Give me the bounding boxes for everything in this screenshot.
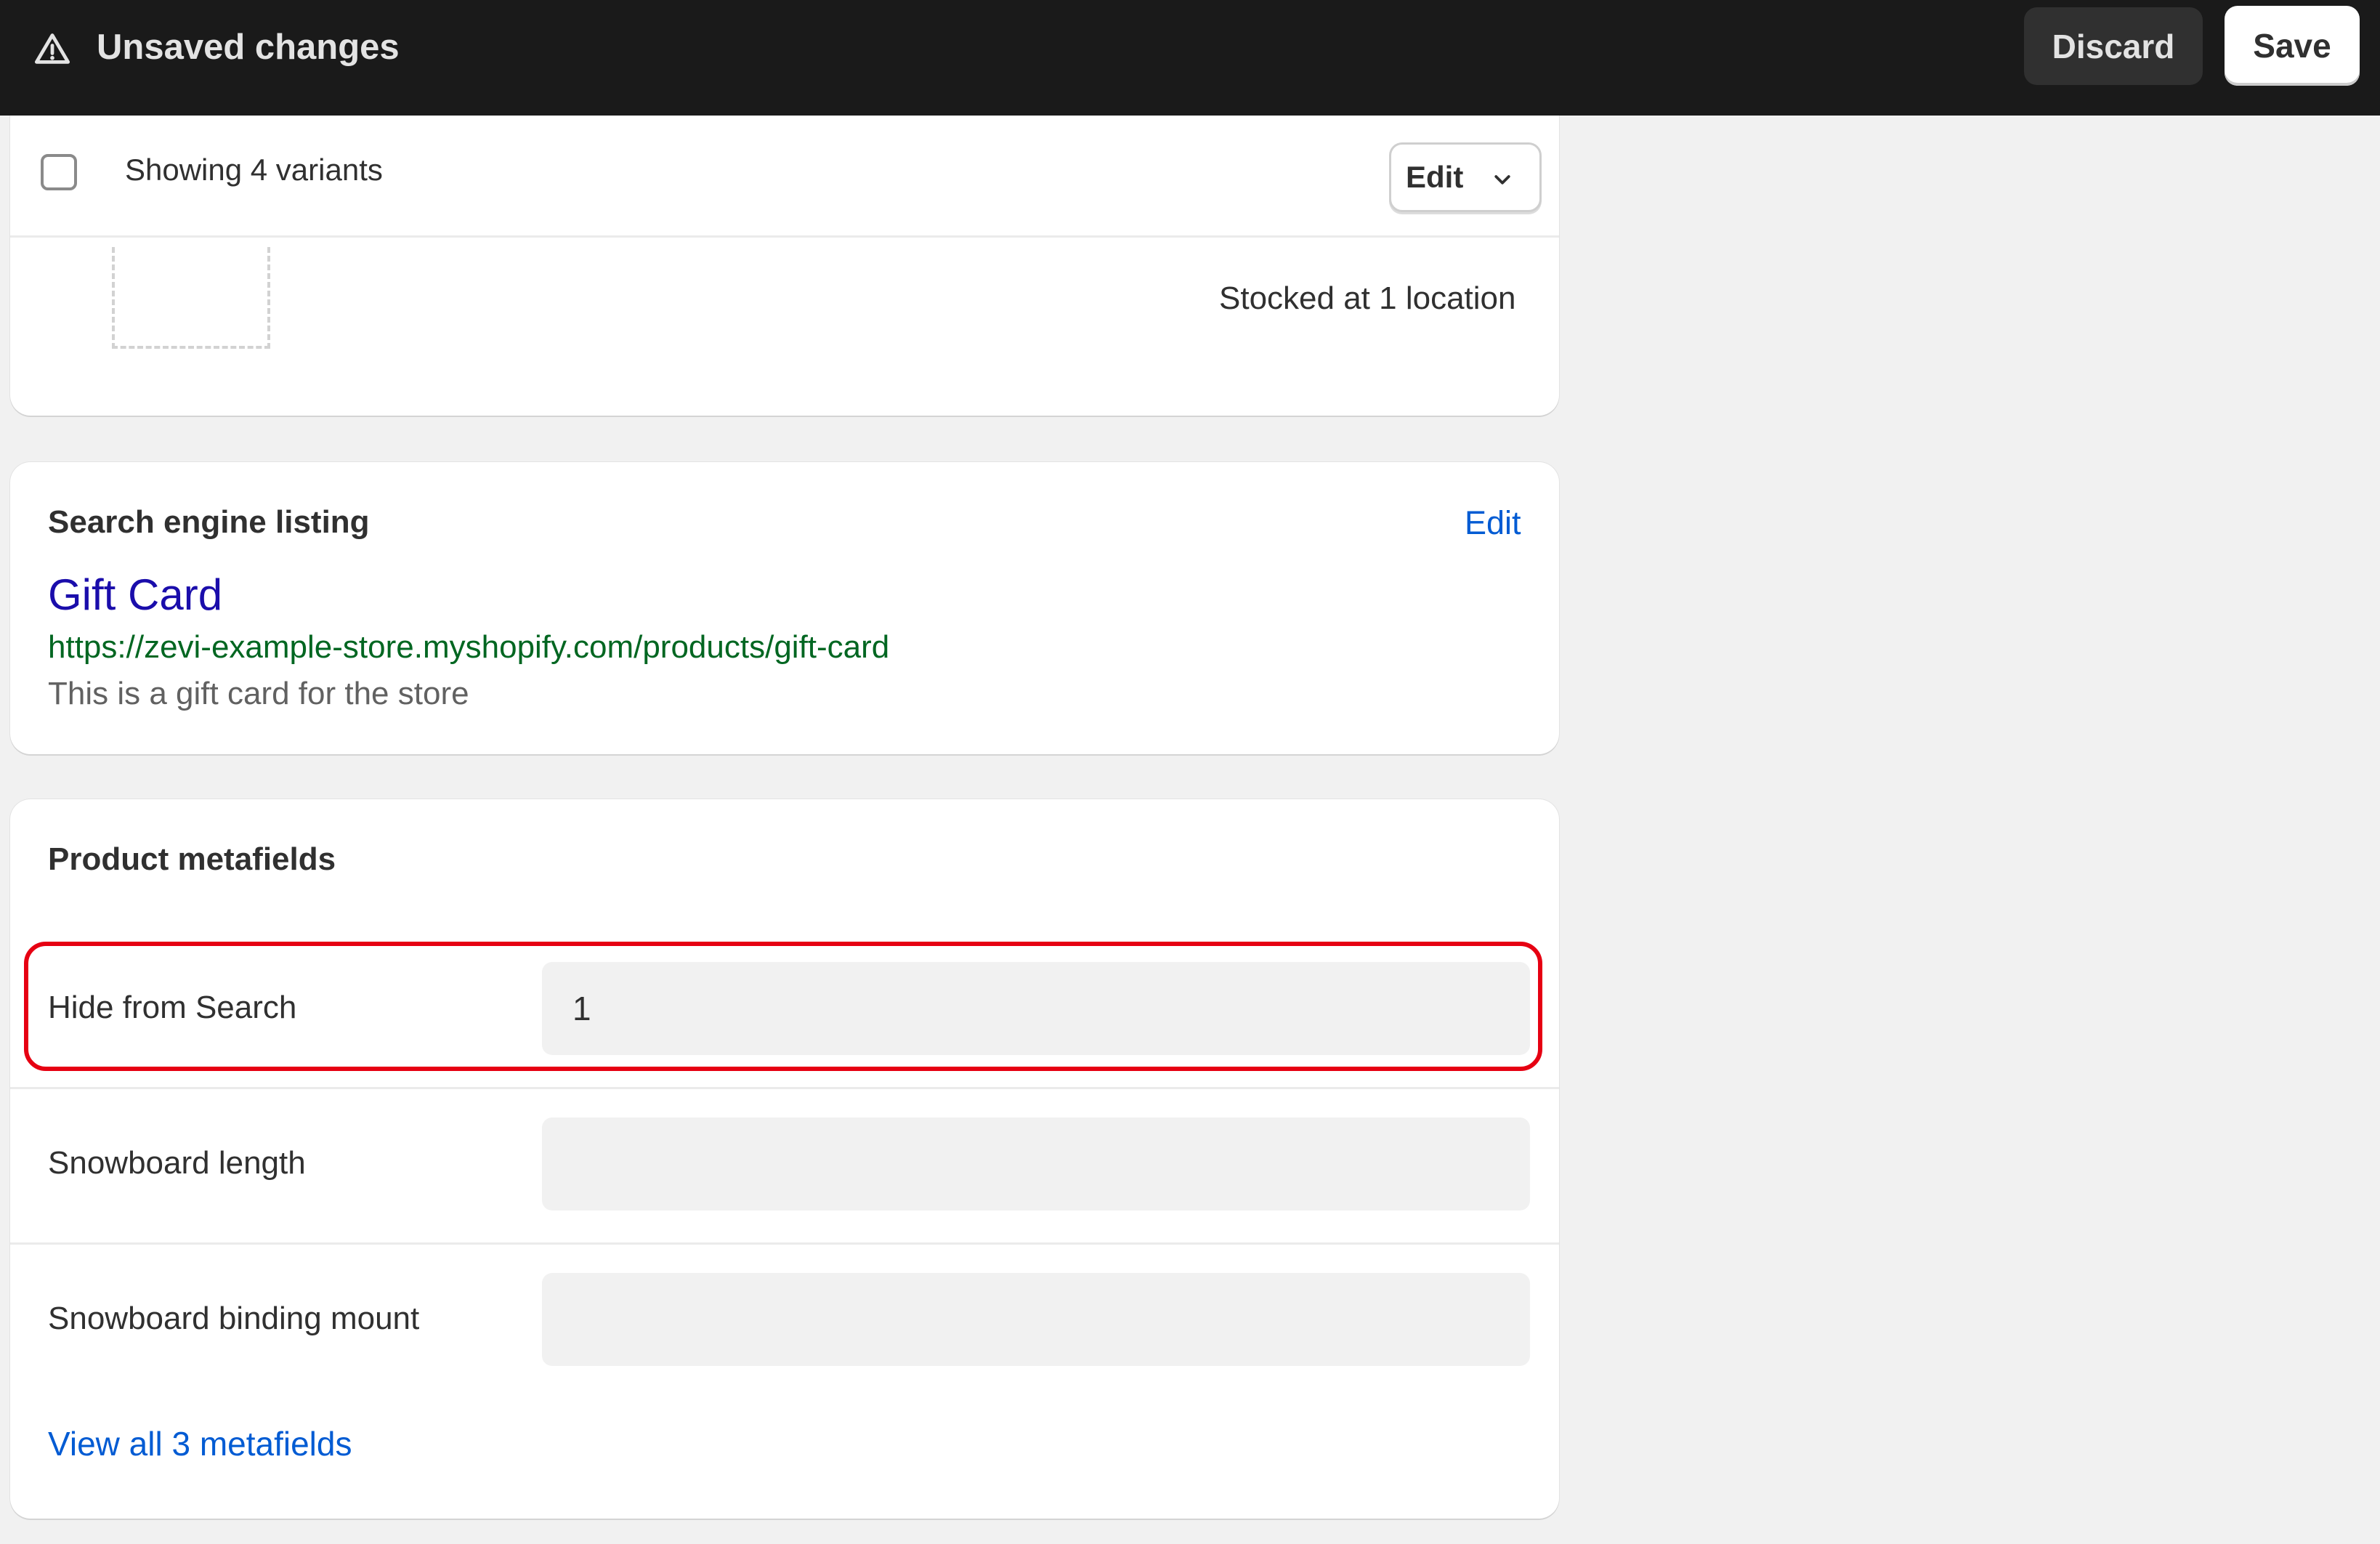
metafield-label: Snowboard length [48,1145,306,1181]
seo-description: This is a gift card for the store [48,676,469,711]
seo-edit-link[interactable]: Edit [1465,504,1521,542]
stocked-location-text: Stocked at 1 location [1219,280,1516,316]
save-bar-title: Unsaved changes [97,28,400,67]
chevron-down-icon [1494,175,1510,185]
edit-variants-label: Edit [1406,160,1464,194]
seo-url: https://zevi-example-store.myshopify.com… [48,629,890,665]
variants-card: Stocked at 1 location Showing 4 variants… [10,73,1559,416]
view-all-metafields-link[interactable]: View all 3 metafields [48,1424,352,1463]
save-button[interactable]: Save [2225,6,2360,86]
warning-triangle-icon [34,33,70,64]
metafield-row-snowboard-binding-mount: Snowboard binding mount [10,1242,1559,1398]
edit-variants-button[interactable]: Edit [1389,142,1542,212]
metafield-input-hide-from-search[interactable]: 1 [542,962,1530,1055]
metafield-input-snowboard-length[interactable] [542,1117,1530,1210]
metafields-heading: Product metafields [48,841,336,877]
metafield-label: Snowboard binding mount [48,1301,420,1336]
metafield-label: Hide from Search [48,990,297,1025]
product-metafields-card: Product metafields Hide from Search 1 Sn… [10,799,1559,1519]
seo-heading: Search engine listing [48,504,370,540]
seo-page-title: Gift Card [48,570,223,619]
select-all-variants-checkbox[interactable] [41,154,77,190]
contextual-save-bar: Unsaved changes Discard Save [0,0,2380,116]
discard-button[interactable]: Discard [2024,7,2203,85]
metafield-row-snowboard-length: Snowboard length [10,1087,1559,1245]
showing-variants-label: Showing 4 variants [125,153,383,187]
variant-image-placeholder[interactable] [112,247,270,349]
metafield-input-snowboard-binding-mount[interactable] [542,1273,1530,1366]
search-engine-listing-card: Search engine listing Edit Gift Card htt… [10,462,1559,754]
metafield-row-hide-from-search: Hide from Search 1 [10,931,1559,1089]
